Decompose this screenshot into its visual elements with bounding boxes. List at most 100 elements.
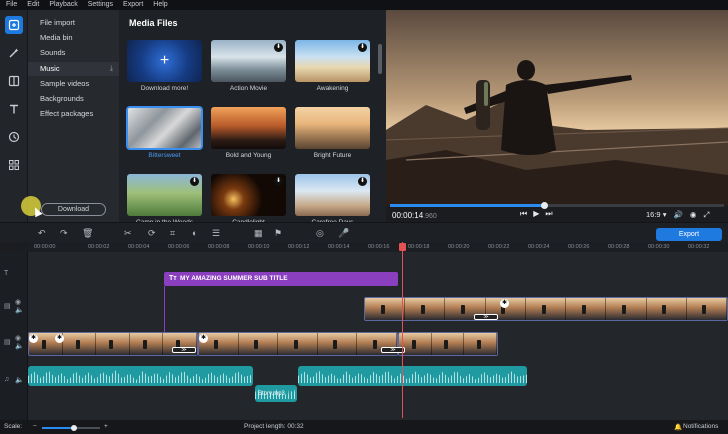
menu-settings[interactable]: Settings — [88, 0, 113, 10]
menu-playback[interactable]: Playback — [49, 0, 77, 10]
titles-tool-button[interactable] — [5, 100, 23, 118]
menu-edit[interactable]: Edit — [27, 0, 39, 10]
camera-icon[interactable]: ◉ — [690, 210, 697, 220]
transition-marker[interactable]: ≫ — [172, 347, 196, 353]
main-video-clip[interactable] — [198, 332, 398, 356]
bell-icon[interactable]: 🔔 — [674, 423, 682, 431]
tile-thumbnail — [211, 107, 286, 149]
zoom-out-icon[interactable]: − — [33, 423, 37, 430]
media-tile-candlelight[interactable]: ⬇ Candlelight — [211, 174, 286, 228]
download-icon[interactable]: ⬇ — [274, 43, 283, 52]
ruler-tick-label: 00:00:06 — [168, 244, 190, 250]
marker-flag-icon[interactable]: ⚑ — [274, 228, 282, 239]
visibility-icon[interactable]: ◉ — [15, 298, 21, 306]
clip-effect-icon[interactable]: ✱ — [500, 299, 509, 308]
undo-icon[interactable]: ↶ — [38, 228, 46, 239]
media-scrollbar[interactable] — [378, 44, 382, 74]
download-arrow-icon[interactable]: ⤓ — [110, 62, 113, 76]
delete-icon[interactable]: 🗑 — [82, 228, 93, 239]
main-video-clip[interactable] — [398, 332, 498, 356]
track-headers: T ▤ ▤ ♫ ◉ 🔈 ◉ 🔈 🔈 — [0, 252, 28, 420]
microphone-icon[interactable]: 🎤 — [338, 228, 349, 239]
progress-knob[interactable] — [540, 202, 548, 209]
transition-marker[interactable]: ≫ — [474, 314, 498, 320]
tile-thumbnail: ⬇ — [295, 174, 370, 216]
ruler-tick-label: 00:00:30 — [648, 244, 670, 250]
rotate-icon[interactable]: ⟳ — [148, 228, 156, 239]
media-tile-bittersweet[interactable]: Bittersweet — [126, 106, 203, 161]
next-frame-icon[interactable]: ⏭ — [545, 209, 552, 219]
sidebar-item-sample-videos[interactable]: Sample videos — [28, 77, 119, 91]
zoom-slider[interactable] — [42, 425, 100, 431]
mute-icon[interactable]: 🔈 — [15, 376, 24, 384]
download-icon[interactable]: ⬇ — [358, 43, 367, 52]
clip-frame — [317, 333, 358, 355]
media-tile-carefree-days[interactable]: ⬇ Carefree Days — [295, 174, 370, 228]
previous-frame-icon[interactable]: ⏮ — [520, 209, 527, 219]
media-tile-bright-future[interactable]: Bright Future — [295, 107, 370, 161]
sidebar-item-backgrounds[interactable]: Backgrounds — [28, 92, 119, 106]
mute-icon[interactable]: 🔈 — [15, 342, 24, 350]
clip-effect-icon[interactable]: ✱ — [55, 334, 64, 343]
media-tile-awakening[interactable]: ⬇ Awakening — [295, 40, 370, 94]
clip-effect-icon[interactable]: ✱ — [29, 334, 38, 343]
notifications-link[interactable]: Notifications — [683, 423, 718, 430]
magic-tool-button[interactable] — [5, 44, 23, 62]
aspect-ratio-select[interactable]: 16:9 ▾ — [646, 210, 666, 220]
sidebar-item-file-import[interactable]: File import — [28, 16, 119, 30]
overlay-video-clip[interactable] — [364, 297, 728, 321]
more-tools-button[interactable] — [5, 156, 23, 174]
preview-progress-bar[interactable] — [390, 202, 724, 209]
download-icon[interactable]: ⬇ — [190, 177, 199, 186]
panel-title: Media Files — [129, 18, 178, 28]
time-ruler[interactable]: 00:00:00 00:00:02 00:00:04 00:00:06 00:0… — [28, 242, 728, 252]
volume-icon[interactable]: 🔊 — [673, 210, 682, 220]
sidebar-item-music[interactable]: Music ⤓ — [28, 62, 119, 76]
audio-clip[interactable] — [28, 366, 253, 386]
title-clip[interactable]: Tт MY AMAZING SUMMER SUB TITLE — [164, 272, 398, 286]
tile-label: Action Movie — [229, 85, 268, 92]
import-tool-button[interactable] — [5, 16, 23, 34]
zoom-in-icon[interactable]: + — [104, 423, 108, 430]
download-button[interactable]: Download — [41, 203, 106, 216]
timecode-main: 00:00:14 — [392, 211, 424, 220]
audio-clip[interactable] — [298, 366, 527, 386]
menu-file[interactable]: File — [6, 0, 17, 10]
playhead-handle[interactable] — [399, 243, 406, 251]
download-icon[interactable]: ⬇ — [358, 177, 367, 186]
sidebar-item-effect-packages[interactable]: Effect packages — [28, 107, 119, 121]
media-tile-bold-and-young[interactable]: Bold and Young — [211, 107, 286, 161]
sidebar-item-label: Music — [40, 64, 60, 73]
chroma-key-icon[interactable]: ▦ — [254, 228, 263, 239]
sidebar-item-sounds[interactable]: Sounds — [28, 46, 119, 60]
color-adjust-icon[interactable]: ◐ — [192, 228, 197, 238]
fullscreen-icon[interactable]: ⤢ — [703, 210, 709, 220]
clip-effect-icon[interactable]: ✱ — [199, 334, 208, 343]
menu-bar: File Edit Playback Settings Export Help — [0, 0, 728, 10]
play-icon[interactable]: ▶ — [533, 209, 539, 219]
media-tile-camp-in-the-woods[interactable]: ⬇ Camp in the Woods — [127, 174, 202, 228]
clock-icon — [8, 131, 20, 143]
export-button[interactable]: Export — [656, 228, 722, 241]
editing-toolbar — [0, 222, 728, 242]
tool-strip — [0, 10, 28, 222]
menu-help[interactable]: Help — [153, 0, 167, 10]
media-tile-download-more[interactable]: + Download more! — [127, 40, 202, 94]
redo-icon[interactable]: ↷ — [60, 228, 68, 239]
crop-icon[interactable]: ⌗ — [170, 228, 175, 239]
clip-frame — [62, 333, 97, 355]
record-audio-icon[interactable]: ◎ — [316, 228, 324, 239]
visibility-icon[interactable]: ◉ — [15, 334, 21, 342]
menu-export[interactable]: Export — [123, 0, 143, 10]
cut-icon[interactable]: ✂ — [124, 228, 132, 239]
ruler-tick-label: 00:00:18 — [408, 244, 430, 250]
layout-tool-button[interactable] — [5, 72, 23, 90]
timecode-frames: .960 — [423, 213, 437, 220]
media-tile-action-movie[interactable]: ⬇ Action Movie — [211, 40, 286, 94]
transitions-tool-button[interactable] — [5, 128, 23, 146]
download-icon[interactable]: ⬇ — [274, 177, 283, 186]
sidebar-item-media-bin[interactable]: Media bin — [28, 31, 119, 45]
playhead[interactable] — [402, 242, 403, 418]
mute-icon[interactable]: 🔈 — [15, 306, 24, 314]
clip-properties-icon[interactable]: ☰ — [212, 228, 220, 239]
